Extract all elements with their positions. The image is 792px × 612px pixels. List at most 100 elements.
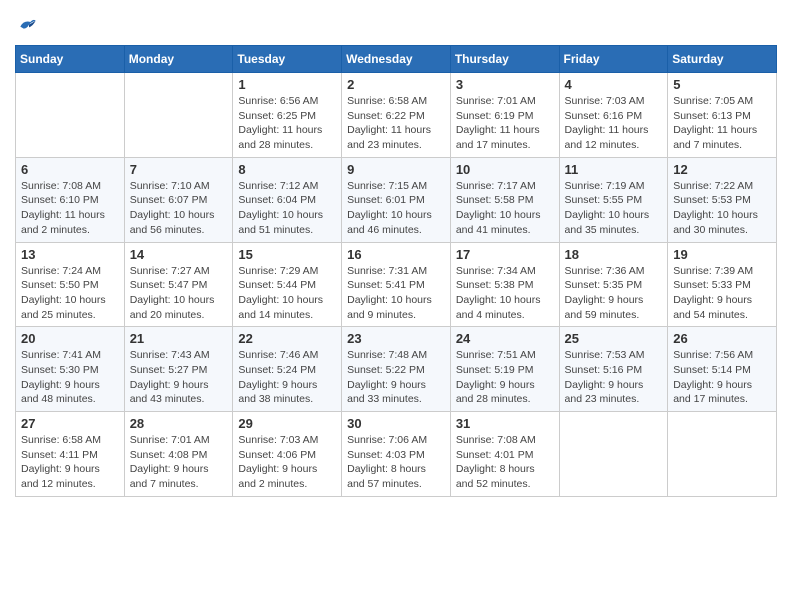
calendar-cell: 30Sunrise: 7:06 AM Sunset: 4:03 PM Dayli… — [342, 412, 451, 497]
day-header-tuesday: Tuesday — [233, 46, 342, 73]
day-info: Sunrise: 7:31 AM Sunset: 5:41 PM Dayligh… — [347, 264, 445, 323]
calendar-cell: 16 Sunrise: 7:31 AM Sunset: 5:41 PM Dayli… — [342, 242, 451, 327]
calendar-cell: 17 Sunrise: 7:34 AM Sunset: 5:38 PM Dayli… — [450, 242, 559, 327]
day-info: Sunrise: 7:24 AM Sunset: 5:50 PM Dayligh… — [21, 264, 119, 323]
day-info: Sunrise: 7:46 AM Sunset: 5:24 PM Dayligh… — [238, 348, 336, 407]
day-info: Sunrise: 6:56 AM Sunset: 6:25 PM Dayligh… — [238, 94, 336, 153]
calendar-cell: 20 Sunrise: 7:41 AM Sunset: 5:30 PM Dayli… — [16, 327, 125, 412]
day-header-monday: Monday — [124, 46, 233, 73]
calendar-cell: 25 Sunrise: 7:53 AM Sunset: 5:16 PM Dayli… — [559, 327, 668, 412]
day-info: Sunrise: 7:51 AM Sunset: 5:19 PM Dayligh… — [456, 348, 554, 407]
calendar-cell: 29 Sunrise: 7:03 AM Sunset: 4:06 PM Dayli… — [233, 412, 342, 497]
day-info: Sunrise: 7:53 AM Sunset: 5:16 PM Dayligh… — [565, 348, 663, 407]
day-info: Sunrise: 6:58 AM Sunset: 4:11 PM Dayligh… — [21, 433, 119, 492]
day-number: 4 — [565, 77, 663, 92]
day-number: 3 — [456, 77, 554, 92]
day-header-sunday: Sunday — [16, 46, 125, 73]
day-number: 31 — [456, 416, 554, 431]
day-number: 7 — [130, 162, 228, 177]
day-info: Sunrise: 7:39 AM Sunset: 5:33 PM Dayligh… — [673, 264, 771, 323]
day-info: Sunrise: 7:56 AM Sunset: 5:14 PM Dayligh… — [673, 348, 771, 407]
calendar-cell: 13 Sunrise: 7:24 AM Sunset: 5:50 PM Dayli… — [16, 242, 125, 327]
calendar-cell: 31 Sunrise: 7:08 AM Sunset: 4:01 PM Dayli… — [450, 412, 559, 497]
day-number: 29 — [238, 416, 336, 431]
day-info: Sunrise: 7:10 AM Sunset: 6:07 PM Dayligh… — [130, 179, 228, 238]
day-info: Sunrise: 7:08 AM Sunset: 6:10 PM Dayligh… — [21, 179, 119, 238]
calendar-cell: 7 Sunrise: 7:10 AM Sunset: 6:07 PM Daylig… — [124, 157, 233, 242]
day-info: Sunrise: 7:27 AM Sunset: 5:47 PM Dayligh… — [130, 264, 228, 323]
day-info: Sunrise: 7:03 AM Sunset: 4:06 PM Dayligh… — [238, 433, 336, 492]
day-info: Sunrise: 7:03 AM Sunset: 6:16 PM Dayligh… — [565, 94, 663, 153]
calendar-week-row: 20 Sunrise: 7:41 AM Sunset: 5:30 PM Dayli… — [16, 327, 777, 412]
calendar-cell — [16, 73, 125, 158]
page-header — [15, 15, 777, 35]
day-number: 21 — [130, 331, 228, 346]
calendar-cell: 15 Sunrise: 7:29 AM Sunset: 5:44 PM Dayli… — [233, 242, 342, 327]
calendar-cell — [124, 73, 233, 158]
day-info: Sunrise: 7:15 AM Sunset: 6:01 PM Dayligh… — [347, 179, 445, 238]
day-number: 9 — [347, 162, 445, 177]
day-number: 16 — [347, 247, 445, 262]
day-number: 10 — [456, 162, 554, 177]
day-info: Sunrise: 7:08 AM Sunset: 4:01 PM Dayligh… — [456, 433, 554, 492]
day-number: 24 — [456, 331, 554, 346]
calendar-cell: 24 Sunrise: 7:51 AM Sunset: 5:19 PM Dayli… — [450, 327, 559, 412]
calendar-cell: 12Sunrise: 7:22 AM Sunset: 5:53 PM Dayli… — [668, 157, 777, 242]
calendar-cell: 5Sunrise: 7:05 AM Sunset: 6:13 PM Daylig… — [668, 73, 777, 158]
day-number: 8 — [238, 162, 336, 177]
day-info: Sunrise: 7:34 AM Sunset: 5:38 PM Dayligh… — [456, 264, 554, 323]
day-number: 27 — [21, 416, 119, 431]
day-number: 26 — [673, 331, 771, 346]
calendar-cell: 21 Sunrise: 7:43 AM Sunset: 5:27 PM Dayli… — [124, 327, 233, 412]
day-number: 23 — [347, 331, 445, 346]
calendar-week-row: 27 Sunrise: 6:58 AM Sunset: 4:11 PM Dayli… — [16, 412, 777, 497]
calendar-cell — [668, 412, 777, 497]
day-number: 13 — [21, 247, 119, 262]
calendar-cell: 3 Sunrise: 7:01 AM Sunset: 6:19 PM Daylig… — [450, 73, 559, 158]
calendar-week-row: 13 Sunrise: 7:24 AM Sunset: 5:50 PM Dayli… — [16, 242, 777, 327]
day-number: 12 — [673, 162, 771, 177]
day-info: Sunrise: 7:41 AM Sunset: 5:30 PM Dayligh… — [21, 348, 119, 407]
day-info: Sunrise: 7:29 AM Sunset: 5:44 PM Dayligh… — [238, 264, 336, 323]
logo-bird-icon — [17, 15, 37, 35]
calendar-cell: 22 Sunrise: 7:46 AM Sunset: 5:24 PM Dayli… — [233, 327, 342, 412]
day-info: Sunrise: 7:05 AM Sunset: 6:13 PM Dayligh… — [673, 94, 771, 153]
day-info: Sunrise: 6:58 AM Sunset: 6:22 PM Dayligh… — [347, 94, 445, 153]
calendar-cell: 11Sunrise: 7:19 AM Sunset: 5:55 PM Dayli… — [559, 157, 668, 242]
calendar-cell: 4 Sunrise: 7:03 AM Sunset: 6:16 PM Daylig… — [559, 73, 668, 158]
calendar-cell: 23 Sunrise: 7:48 AM Sunset: 5:22 PM Dayli… — [342, 327, 451, 412]
day-info: Sunrise: 7:17 AM Sunset: 5:58 PM Dayligh… — [456, 179, 554, 238]
calendar-table: SundayMondayTuesdayWednesdayThursdayFrid… — [15, 45, 777, 497]
calendar-cell — [559, 412, 668, 497]
day-header-saturday: Saturday — [668, 46, 777, 73]
day-number: 22 — [238, 331, 336, 346]
day-number: 28 — [130, 416, 228, 431]
calendar-week-row: 6Sunrise: 7:08 AM Sunset: 6:10 PM Daylig… — [16, 157, 777, 242]
day-info: Sunrise: 7:01 AM Sunset: 4:08 PM Dayligh… — [130, 433, 228, 492]
day-header-wednesday: Wednesday — [342, 46, 451, 73]
calendar-cell: 27 Sunrise: 6:58 AM Sunset: 4:11 PM Dayli… — [16, 412, 125, 497]
day-info: Sunrise: 7:48 AM Sunset: 5:22 PM Dayligh… — [347, 348, 445, 407]
day-number: 20 — [21, 331, 119, 346]
day-number: 15 — [238, 247, 336, 262]
day-header-thursday: Thursday — [450, 46, 559, 73]
calendar-cell: 6Sunrise: 7:08 AM Sunset: 6:10 PM Daylig… — [16, 157, 125, 242]
calendar-header-row: SundayMondayTuesdayWednesdayThursdayFrid… — [16, 46, 777, 73]
day-info: Sunrise: 7:43 AM Sunset: 5:27 PM Dayligh… — [130, 348, 228, 407]
calendar-cell: 19 Sunrise: 7:39 AM Sunset: 5:33 PM Dayli… — [668, 242, 777, 327]
calendar-week-row: 1Sunrise: 6:56 AM Sunset: 6:25 PM Daylig… — [16, 73, 777, 158]
day-info: Sunrise: 7:01 AM Sunset: 6:19 PM Dayligh… — [456, 94, 554, 153]
day-number: 18 — [565, 247, 663, 262]
calendar-cell: 8Sunrise: 7:12 AM Sunset: 6:04 PM Daylig… — [233, 157, 342, 242]
calendar-cell: 18Sunrise: 7:36 AM Sunset: 5:35 PM Dayli… — [559, 242, 668, 327]
calendar-cell: 9 Sunrise: 7:15 AM Sunset: 6:01 PM Daylig… — [342, 157, 451, 242]
logo — [15, 15, 37, 35]
day-number: 11 — [565, 162, 663, 177]
calendar-cell: 10 Sunrise: 7:17 AM Sunset: 5:58 PM Dayli… — [450, 157, 559, 242]
day-number: 19 — [673, 247, 771, 262]
day-number: 25 — [565, 331, 663, 346]
day-number: 17 — [456, 247, 554, 262]
calendar-cell: 1Sunrise: 6:56 AM Sunset: 6:25 PM Daylig… — [233, 73, 342, 158]
calendar-cell: 14Sunrise: 7:27 AM Sunset: 5:47 PM Dayli… — [124, 242, 233, 327]
day-number: 2 — [347, 77, 445, 92]
